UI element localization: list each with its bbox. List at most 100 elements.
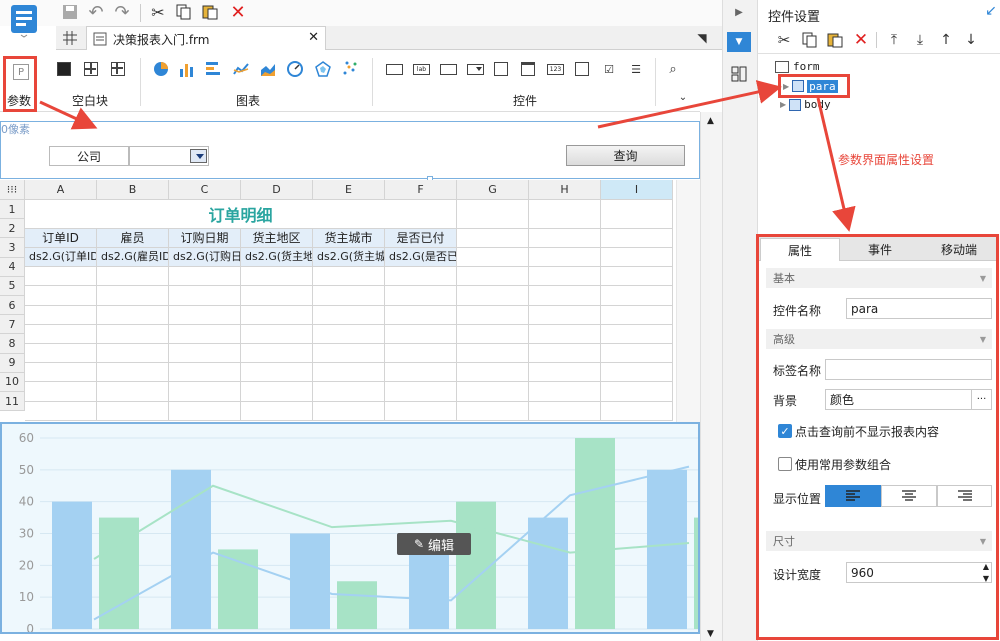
grid-cell[interactable] [313,305,385,325]
combobox-widget-icon[interactable] [467,64,484,75]
grid-cell[interactable] [97,344,169,364]
grid-cell[interactable] [457,324,529,344]
grid-cell[interactable] [313,267,385,287]
grid-cell[interactable] [457,382,529,402]
grid-cell[interactable] [529,228,601,248]
split-layout-icon[interactable] [84,62,98,76]
tree-root[interactable]: form [775,60,820,73]
tree-item-body[interactable]: ▶ body [780,98,831,111]
data-cell[interactable]: ds2.G(雇员ID) [97,248,169,268]
move-top-icon[interactable]: ⤒ [884,30,904,50]
grid-cell[interactable] [385,382,457,402]
grid-cell[interactable] [529,363,601,383]
grid-cell[interactable] [241,305,313,325]
grid-cell[interactable] [457,248,529,268]
grid-cell[interactable] [169,363,241,383]
grid-cell[interactable] [25,401,97,421]
grid-corner[interactable]: ⁝⁝⁝ [0,180,25,200]
report-title[interactable]: 订单明细 [25,200,457,229]
grid-view-icon[interactable] [60,28,80,48]
close-icon[interactable]: ✕ [308,30,319,45]
gauge-chart-icon[interactable] [286,60,304,78]
align-right-button[interactable] [937,485,992,507]
edit-badge[interactable]: ✎ 编辑 [397,533,471,555]
line-chart-icon[interactable] [232,60,250,78]
grid-cell[interactable] [25,324,97,344]
inner-scrollbar[interactable] [676,180,700,422]
layout-panel-icon[interactable] [729,64,749,84]
undo-icon[interactable]: ↶ [86,2,106,23]
grid-cell[interactable] [457,228,529,248]
tab-event[interactable]: 事件 [840,238,920,261]
grid-cell[interactable] [601,401,673,421]
delete-icon[interactable]: ✕ [228,2,248,23]
align-center-button[interactable] [881,485,937,507]
grid-cell[interactable] [601,200,673,229]
absolute-layout-icon[interactable] [57,62,71,76]
grid-cell[interactable] [169,344,241,364]
grid-cell[interactable] [601,344,673,364]
row-header[interactable]: 7 [0,315,25,335]
bg-input[interactable]: 颜色 ··· [825,389,992,410]
grid-cell[interactable] [529,200,601,229]
report-grid[interactable]: ⁝⁝⁝ A B C D E F G H I 1 2 3 4 5 6 7 8 9 10 11 订单明细 订单ID 雇员 订购日期货… [0,180,676,422]
grid-cell[interactable] [385,286,457,306]
grid-cell[interactable] [385,324,457,344]
column-header[interactable]: C [169,180,241,200]
pie-chart-icon[interactable] [152,60,170,78]
list-widget-icon[interactable] [494,62,508,76]
table-header-cell[interactable]: 订购日期 [169,228,241,248]
row-header[interactable]: 6 [0,296,25,316]
expand-icon[interactable]: ▶ [783,82,789,91]
grid-cell[interactable] [601,286,673,306]
grid-cell[interactable] [385,305,457,325]
table-header-cell[interactable]: 是否已付 [385,228,457,248]
chart-area[interactable]: 0102030405060AppleBananaPearOrangeGrapeP… [0,422,700,634]
date-widget-icon[interactable] [521,62,535,76]
table-header-cell[interactable]: 货主地区 [241,228,313,248]
grid-cell[interactable] [25,305,97,325]
scatter-chart-icon[interactable] [341,60,359,78]
grid-cell[interactable] [25,344,97,364]
grid-cell[interactable] [313,401,385,421]
width-stepper[interactable]: 960 ▲ ▼ [846,562,992,583]
grid-cell[interactable] [25,267,97,287]
paste-icon[interactable] [825,30,845,50]
tab-mobile[interactable]: 移动端 [922,238,996,261]
checkbox-group-icon[interactable]: ☑ [600,60,618,78]
grid-cell[interactable] [385,401,457,421]
grid-cell[interactable] [25,382,97,402]
column-header[interactable]: G [457,180,529,200]
tab-menu-icon[interactable]: ◥ [693,29,711,47]
grid-cell[interactable] [529,286,601,306]
collapse-arrow-icon[interactable]: ▶ [730,3,748,21]
grid-cell[interactable] [241,382,313,402]
grid-cell[interactable] [241,344,313,364]
grid-cell[interactable] [529,324,601,344]
column-header[interactable]: E [313,180,385,200]
grid-cell[interactable] [529,382,601,402]
dropdown-icon[interactable] [190,149,207,163]
param-tool[interactable]: P 参数 [3,56,37,112]
widget-panel-toggle[interactable]: ▼ [727,32,751,52]
grid-cell[interactable] [169,382,241,402]
row-header[interactable]: 10 [0,372,25,392]
delete-icon[interactable]: ✕ [851,30,871,50]
align-left-button[interactable] [825,485,881,507]
stepper-up-icon[interactable]: ▲ [983,562,989,571]
tab-property[interactable]: 属性 [760,238,840,261]
grid-cell[interactable] [169,267,241,287]
data-cell[interactable]: ds2.G(订单ID) [25,248,97,268]
grid-cell[interactable] [529,267,601,287]
grid-cell[interactable] [241,363,313,383]
grid-cell[interactable] [457,401,529,421]
grid-cell[interactable] [385,344,457,364]
number-widget-icon[interactable]: 123 [547,64,564,75]
pin-icon[interactable]: ↙ [982,2,1000,20]
radar-chart-icon[interactable] [314,60,332,78]
scroll-up-icon[interactable]: ▲ [707,116,714,126]
row-header[interactable]: 8 [0,334,25,354]
grid-cell[interactable] [601,324,673,344]
row-header[interactable]: 2 [0,219,25,239]
grid-cell[interactable] [529,248,601,268]
